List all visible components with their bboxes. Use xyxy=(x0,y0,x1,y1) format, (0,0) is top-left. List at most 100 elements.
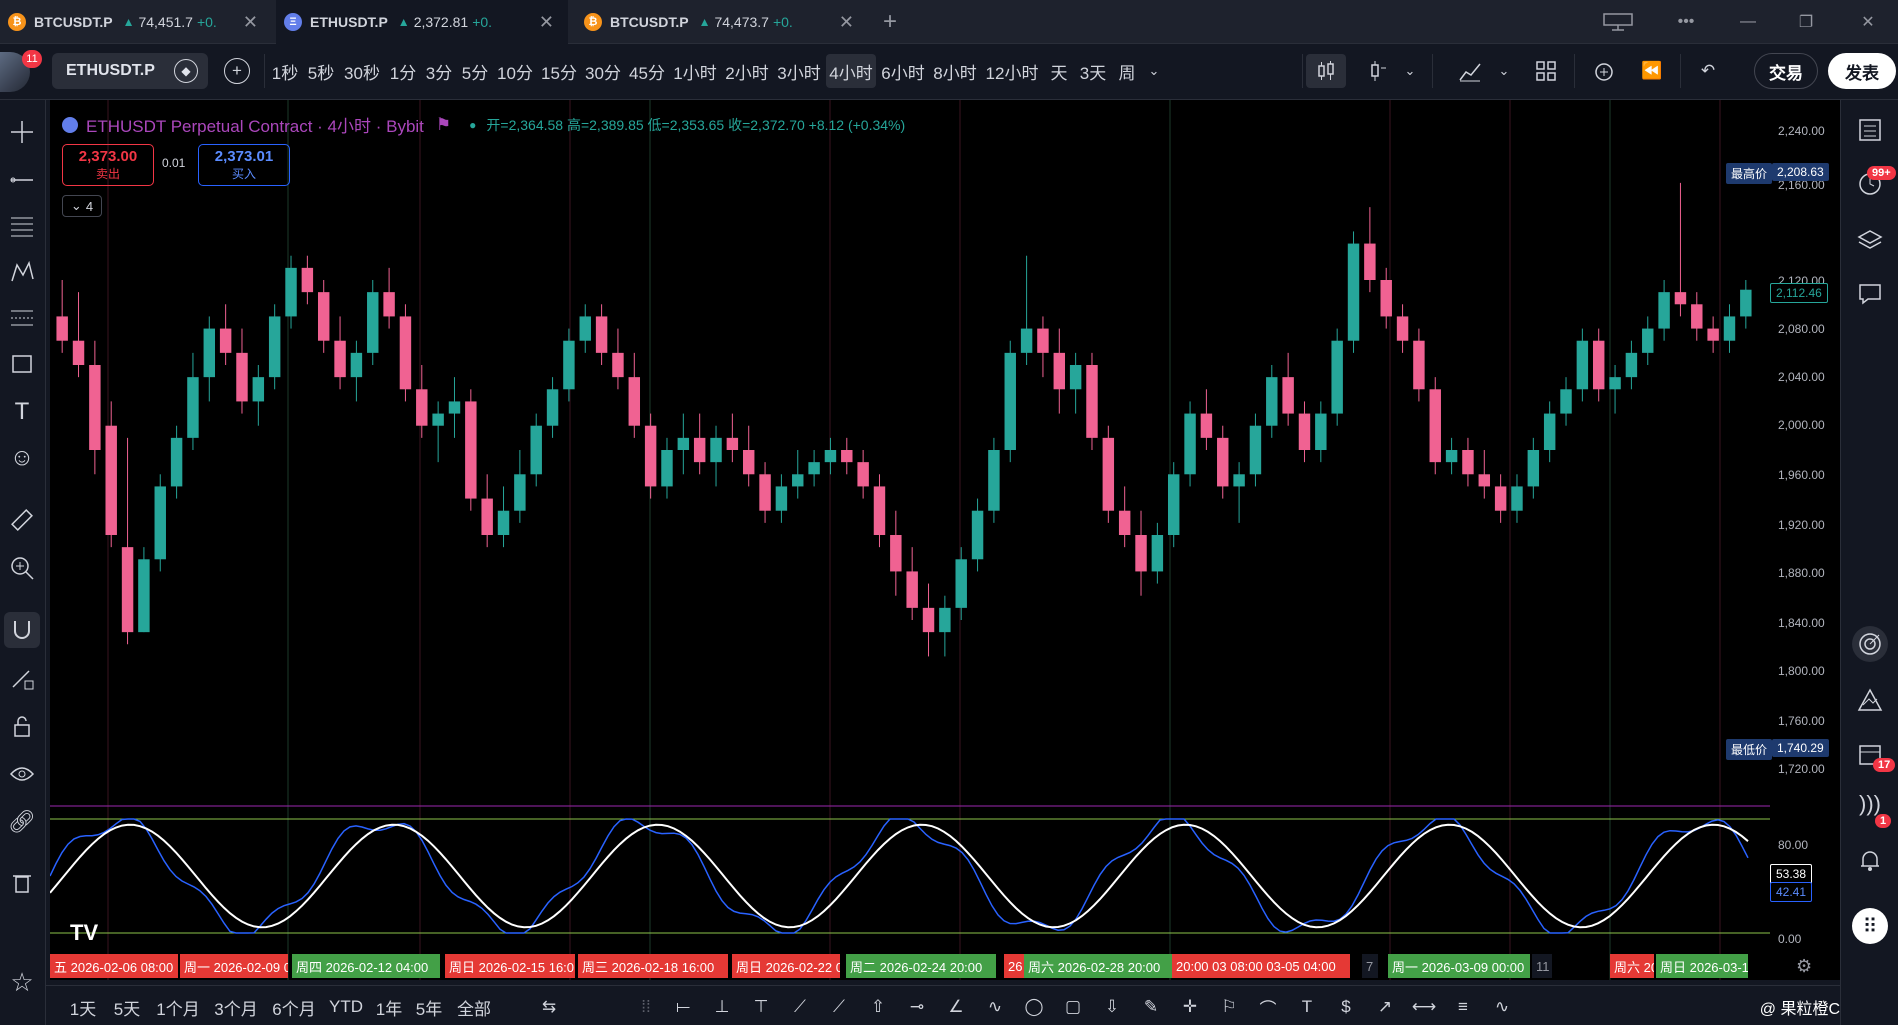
candle-body[interactable] xyxy=(759,474,771,511)
buy-button[interactable]: 2,373.01 买入 xyxy=(198,144,290,186)
range-8[interactable]: 全部 xyxy=(454,994,494,1020)
crosshair-icon[interactable]: ✛ xyxy=(1175,994,1205,1020)
horizontal-line-icon[interactable]: ⟝ xyxy=(668,994,698,1020)
magnet-icon[interactable] xyxy=(4,612,40,648)
candle-body[interactable] xyxy=(595,316,608,353)
trash-icon[interactable] xyxy=(4,864,40,900)
candle-body[interactable] xyxy=(808,462,820,475)
candle-body[interactable] xyxy=(1494,486,1507,511)
close-icon[interactable]: ✕ xyxy=(839,12,854,33)
candle-body[interactable] xyxy=(1086,365,1098,438)
target-icon[interactable] xyxy=(1852,626,1888,662)
zoom-in-icon[interactable] xyxy=(4,550,40,586)
candle-body[interactable] xyxy=(383,292,395,317)
range-0[interactable]: 1天 xyxy=(66,994,100,1020)
candle-body[interactable] xyxy=(1217,437,1229,487)
candle-body[interactable] xyxy=(1707,328,1719,341)
candle-body[interactable] xyxy=(922,607,935,633)
candle-body[interactable] xyxy=(1184,413,1196,475)
trade-button[interactable]: 交易 xyxy=(1754,53,1818,89)
pattern-icon[interactable] xyxy=(4,254,40,290)
candle-body[interactable] xyxy=(1135,535,1147,572)
candle-body[interactable] xyxy=(203,328,216,378)
fib-icon[interactable] xyxy=(4,208,40,244)
interval-9[interactable]: 45分 xyxy=(626,54,668,88)
candle-body[interactable] xyxy=(1200,413,1213,438)
candle-body[interactable] xyxy=(1592,340,1605,390)
link-icon[interactable]: 🔗︎ xyxy=(4,804,40,840)
candle-body[interactable] xyxy=(726,437,739,450)
arrow-up-icon[interactable]: ⇧ xyxy=(863,994,893,1020)
candle-body[interactable] xyxy=(1691,304,1703,329)
drag-handle-icon[interactable]: ⁞⁞ xyxy=(636,994,656,1020)
candle-body[interactable] xyxy=(792,474,804,487)
undo-icon[interactable]: ↶ xyxy=(1692,54,1724,88)
replay-icon[interactable]: ⏪ xyxy=(1636,54,1668,88)
indicators-icon[interactable] xyxy=(1454,54,1486,88)
candle-body[interactable] xyxy=(1315,413,1327,450)
candle-body[interactable] xyxy=(1331,340,1343,414)
candle-body[interactable] xyxy=(1053,352,1066,390)
candle-body[interactable] xyxy=(219,328,232,353)
candle-body[interactable] xyxy=(1723,316,1736,341)
candle-body[interactable] xyxy=(1004,352,1016,450)
candle-body[interactable] xyxy=(317,292,330,341)
candle-body[interactable] xyxy=(579,316,591,341)
close-icon[interactable]: ✕ xyxy=(539,12,554,33)
candle-body[interactable] xyxy=(334,340,346,378)
apps-grid-icon[interactable]: ⠿ xyxy=(1852,908,1888,944)
candle-body[interactable] xyxy=(742,450,755,475)
candle-body[interactable] xyxy=(1151,535,1164,572)
candle-body[interactable] xyxy=(890,535,902,572)
candle-body[interactable] xyxy=(1576,340,1589,390)
templates-grid-icon[interactable] xyxy=(1530,54,1562,88)
candle-body[interactable] xyxy=(677,437,690,450)
symbol-search[interactable]: ETHUSDT.P ◆ xyxy=(52,53,208,89)
range-4[interactable]: 6个月 xyxy=(270,994,318,1020)
candle-body[interactable] xyxy=(824,450,837,463)
square-icon[interactable]: ▢ xyxy=(1058,994,1088,1020)
candle-body[interactable] xyxy=(268,316,281,378)
candle-body[interactable] xyxy=(841,450,853,463)
price-chart[interactable]: TV xyxy=(50,100,1840,980)
chevron-down-icon[interactable]: ⌄ xyxy=(1144,54,1164,88)
candle-body[interactable] xyxy=(138,559,150,633)
minimize-icon[interactable]: — xyxy=(1728,0,1768,44)
candle-body[interactable] xyxy=(1609,377,1621,390)
interval-18[interactable]: 3天 xyxy=(1076,54,1110,88)
stay-drawing-icon[interactable] xyxy=(4,660,40,696)
watchlist-icon[interactable] xyxy=(1852,112,1888,148)
candle-body[interactable] xyxy=(1364,243,1376,280)
chevron-down-icon[interactable]: ⌄ xyxy=(1494,54,1514,88)
interval-15[interactable]: 8小时 xyxy=(930,54,980,88)
candle-body[interactable] xyxy=(971,510,984,560)
more-icon[interactable]: ••• xyxy=(1666,0,1706,44)
interval-4[interactable]: 3分 xyxy=(422,54,456,88)
candle-body[interactable] xyxy=(661,450,673,487)
candle-body[interactable] xyxy=(497,510,510,535)
candle-body[interactable] xyxy=(1037,328,1049,353)
wave-icon[interactable]: ∿ xyxy=(1487,994,1517,1020)
candle-body[interactable] xyxy=(563,340,575,390)
range-5[interactable]: YTD xyxy=(328,994,364,1020)
candle-body[interactable] xyxy=(121,547,134,633)
horizontal-ray-icon[interactable]: ⊸ xyxy=(902,994,932,1020)
range-icon[interactable]: ⟷ xyxy=(1409,994,1439,1020)
candle-body[interactable] xyxy=(546,389,559,426)
collapse-legend-button[interactable]: ⌄ 4 xyxy=(62,195,102,217)
range-1[interactable]: 5天 xyxy=(110,994,144,1020)
interval-8[interactable]: 30分 xyxy=(582,54,624,88)
range-2[interactable]: 1个月 xyxy=(154,994,202,1020)
candle-body[interactable] xyxy=(56,316,68,341)
interval-1[interactable]: 5秒 xyxy=(304,54,338,88)
bar-style-icon[interactable] xyxy=(1360,54,1396,88)
brush-icon[interactable]: ✎ xyxy=(1136,994,1166,1020)
ideas-icon[interactable] xyxy=(1852,682,1888,718)
candle-body[interactable] xyxy=(285,267,297,317)
angle-icon[interactable]: ∠ xyxy=(941,994,971,1020)
candle-body[interactable] xyxy=(72,340,85,365)
candle-body[interactable] xyxy=(1396,316,1409,341)
notifications-bell-icon[interactable] xyxy=(1852,842,1888,878)
candle-body[interactable] xyxy=(530,425,542,475)
ruler-icon[interactable] xyxy=(4,502,40,538)
